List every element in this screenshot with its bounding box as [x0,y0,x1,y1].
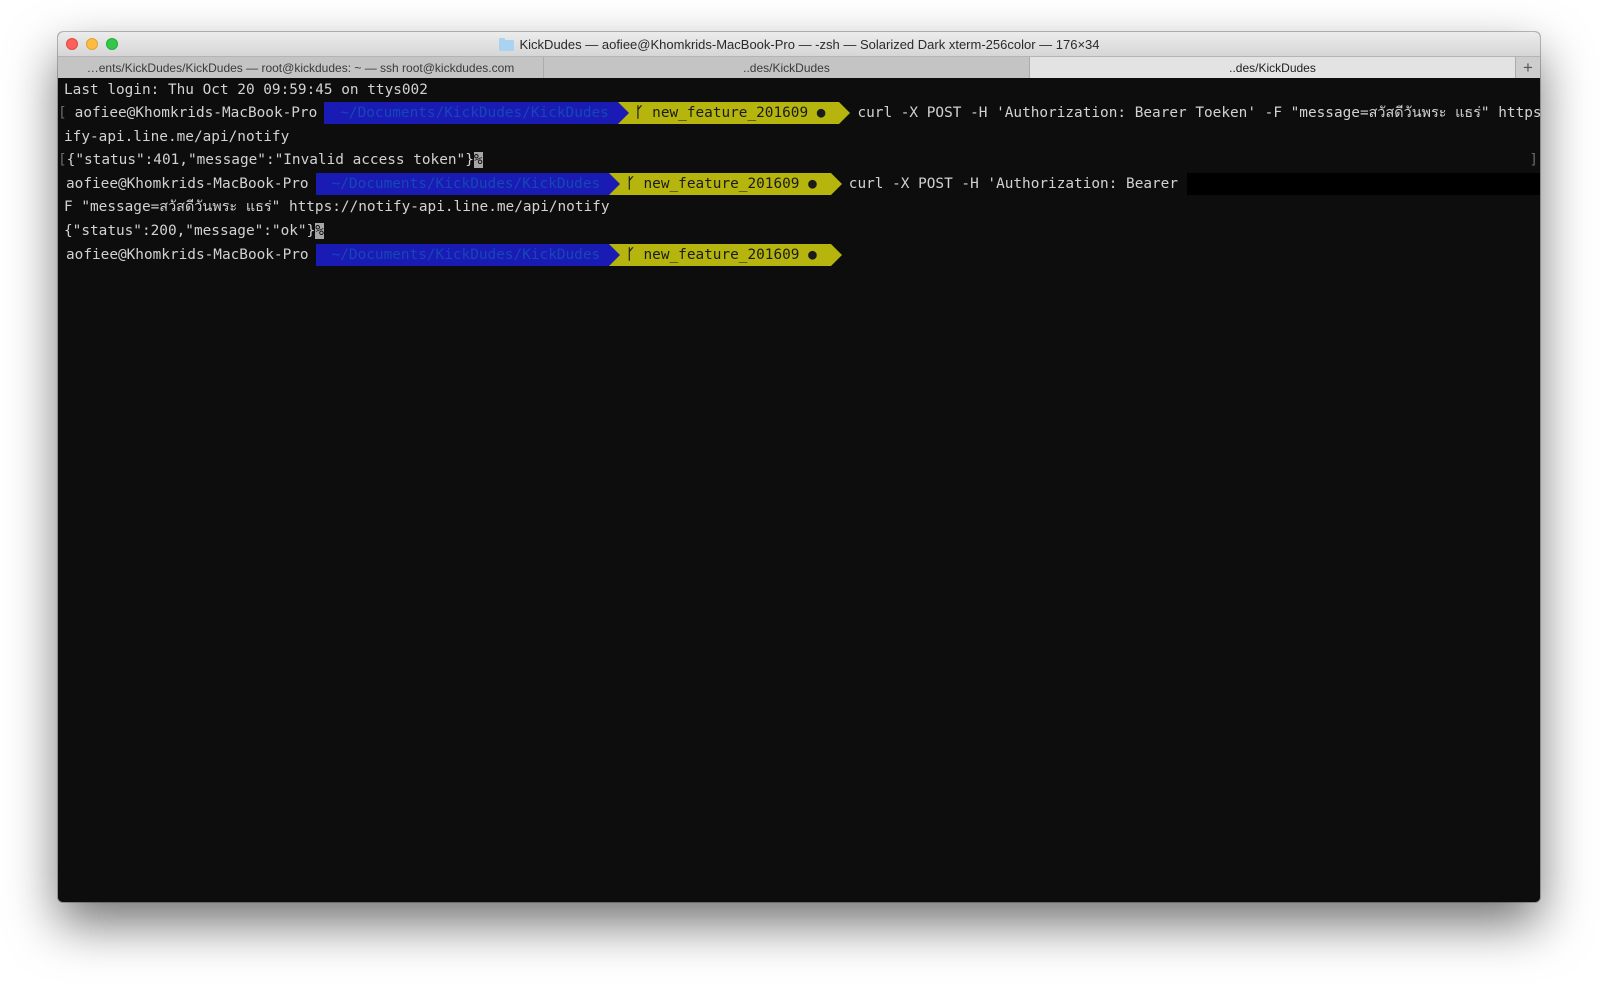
window-controls [66,38,118,50]
prompt-branch: new_feature_201609 ● [643,176,817,192]
response-1-line: [{"status":401,"message":"Invalid access… [58,148,483,172]
git-branch-icon: ᚴ [626,176,635,192]
prompt-dir-segment: ~/Documents/KickDudes/KickDudes [324,102,629,124]
prompt-branch: new_feature_201609 ● [643,247,817,263]
prompt-user: aofiee@Khomkrids-MacBook-Pro [66,176,309,192]
prompt-git-segment: ᚴ new_feature_201609 ● [609,244,842,266]
command-2: curl -X POST -H 'Authorization: Bearer [848,176,1187,192]
command-1: curl -X POST -H 'Authorization: Bearer T… [857,105,1540,121]
end-mark: % [473,152,483,168]
selection-bracket-left: [ [58,152,67,168]
command-1-wrap: ify-api.line.me/api/notify [64,129,290,145]
prompt-branch: new_feature_201609 ● [652,105,826,121]
end-mark: % [315,223,324,239]
selection-bracket-right: ] [1529,152,1538,168]
prompt-line-3: aofiee@Khomkrids-MacBook-Pro ~/Documents/… [58,243,842,267]
prompt-git-segment: ᚴ new_feature_201609 ● [609,173,842,195]
prompt-line-2: aofiee@Khomkrids-MacBook-Pro ~/Documents/… [58,172,1540,196]
minimize-button[interactable] [86,38,98,50]
command-2-wrap: F "message=สวัสดีวันพระ แธร่" https://no… [64,199,610,215]
tab-kickdudes-2[interactable]: ..des/KickDudes [1030,57,1516,79]
maximize-button[interactable] [106,38,118,50]
tab-kickdudes-1[interactable]: ..des/KickDudes [544,57,1030,79]
title-bar[interactable]: KickDudes — aofiee@Khomkrids-MacBook-Pro… [58,32,1540,56]
terminal-content[interactable]: Last login: Thu Oct 20 09:59:45 on ttys0… [58,78,1540,902]
tab-ssh[interactable]: …ents/KickDudes/KickDudes — root@kickdud… [58,57,544,79]
prompt-user: aofiee@Khomkrids-MacBook-Pro [66,247,309,263]
git-branch-icon: ᚴ [626,247,635,263]
response-1: {"status":401,"message":"Invalid access … [66,152,474,168]
new-tab-button[interactable]: + [1516,57,1540,79]
selection-bracket-left: [ [58,105,67,121]
last-login-line: Last login: Thu Oct 20 09:59:45 on ttys0… [64,82,428,98]
close-button[interactable] [66,38,78,50]
tab-label: ..des/KickDudes [1229,61,1316,75]
tab-bar: …ents/KickDudes/KickDudes — root@kickdud… [58,56,1540,80]
prompt-dir-segment: ~/Documents/KickDudes/KickDudes [315,244,620,266]
tab-label: ..des/KickDudes [743,61,830,75]
response-2: {"status":200,"message":"ok"} [64,223,316,239]
prompt-dir-segment: ~/Documents/KickDudes/KickDudes [315,173,620,195]
redacted-token [1186,173,1540,195]
git-branch-icon: ᚴ [634,105,644,121]
terminal-window: KickDudes — aofiee@Khomkrids-MacBook-Pro… [58,32,1540,902]
response-2-line: {"status":200,"message":"ok"}% [64,219,324,243]
tab-label: …ents/KickDudes/KickDudes — root@kickdud… [86,61,515,75]
prompt-user: aofiee@Khomkrids-MacBook-Pro [74,105,318,121]
prompt-git-segment: ᚴ new_feature_201609 ● [617,102,851,124]
folder-icon [498,37,514,51]
prompt-line-1: [ aofiee@Khomkrids-MacBook-Pro ~/Documents… [58,101,1540,125]
window-title: KickDudes — aofiee@Khomkrids-MacBook-Pro… [519,36,1100,52]
